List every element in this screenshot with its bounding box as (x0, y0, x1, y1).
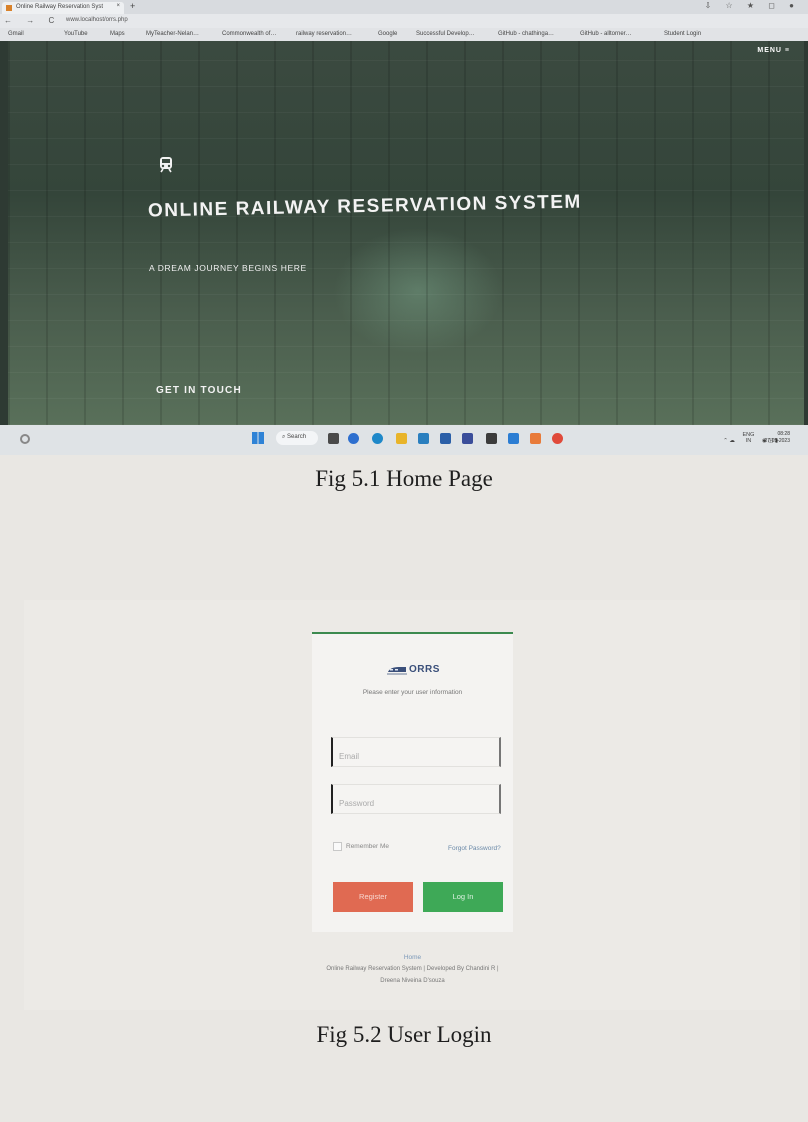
bookmark-item[interactable]: GitHub - alltorner… (580, 31, 632, 37)
footer-credits-names: Dreena Niveina D'souza (380, 978, 445, 984)
clock-date: 27-05-2023 (764, 438, 790, 444)
mail-icon[interactable] (440, 433, 451, 444)
home-page-screenshot: Online Railway Reservation Syst × + ⇩ ☆ … (0, 0, 808, 455)
browser-tab[interactable]: Online Railway Reservation Syst × (2, 2, 124, 14)
site-favicon-icon (6, 5, 12, 11)
photos-icon[interactable] (462, 433, 473, 444)
bookmarks-bar: Gmail YouTube Maps MyTeacher-Nelan… Comm… (0, 28, 808, 41)
home-link[interactable]: Home (312, 954, 513, 961)
bookmark-item[interactable]: railway reservation… (296, 31, 352, 37)
new-tab-button[interactable]: + (130, 1, 135, 11)
page-subtitle: A DREAM JOURNEY BEGINS HERE (149, 263, 307, 273)
bookmark-item[interactable]: MyTeacher-Nelan… (146, 31, 199, 37)
chrome-icon[interactable] (552, 433, 563, 444)
edge-icon[interactable] (348, 433, 359, 444)
orrs-logo: ORRS (387, 664, 440, 675)
hero-section: MENU ≡ ONLINE RAILWAY RESERVATION SYSTEM… (8, 41, 804, 425)
windows-taskbar: ⌕ Search ⌃ ☁ ENG IN ◉ ◫ ▮ 08:28 27-05-202… (0, 425, 808, 455)
forgot-password-link[interactable]: Forgot Password? (448, 845, 501, 852)
bookmark-item[interactable]: Google (378, 31, 397, 37)
url-field[interactable]: www.localhost/orrs.php (66, 17, 128, 23)
task-view-icon[interactable] (328, 433, 339, 444)
train-icon (158, 156, 174, 179)
close-tab-icon[interactable]: × (116, 3, 120, 9)
figure-caption-2: Fig 5.2 User Login (316, 1022, 492, 1047)
logo-text: ORRS (409, 664, 440, 675)
file-explorer-icon[interactable] (396, 433, 407, 444)
bookmark-item[interactable]: Gmail (8, 31, 24, 37)
password-field[interactable] (331, 784, 501, 814)
hero-background (8, 41, 804, 425)
taskbar-search-label: Search (287, 434, 307, 440)
clock-time: 08:28 (777, 431, 790, 437)
xampp-icon[interactable] (530, 433, 541, 444)
widgets-icon[interactable] (20, 434, 30, 444)
bookmark-item[interactable]: Student Login (664, 31, 701, 37)
taskbar-search[interactable]: ⌕ Search (276, 431, 318, 445)
bookmark-item[interactable]: Commonwealth of… (222, 31, 276, 37)
language-indicator[interactable]: ENG IN (742, 432, 754, 444)
tab-title: Online Railway Reservation Syst (16, 4, 104, 10)
browser-icon[interactable] (372, 433, 383, 444)
terminal-icon[interactable] (486, 433, 497, 444)
remember-me-checkbox[interactable] (333, 842, 342, 851)
bookmark-item[interactable]: YouTube (64, 31, 88, 37)
remember-me[interactable]: Remember Me (333, 842, 389, 851)
figure-caption-1: Fig 5.1 Home Page (315, 466, 493, 491)
taskbar-clock[interactable]: 08:28 27-05-2023 (764, 431, 790, 445)
train-logo-icon (387, 666, 407, 674)
register-button[interactable]: Register (333, 882, 413, 912)
bookmark-item[interactable]: GitHub - chathinga… (498, 31, 554, 37)
bookmark-item[interactable]: Maps (110, 31, 125, 37)
bookmark-item[interactable]: Successful Develop… (416, 31, 475, 37)
login-prompt: Please enter your user information (362, 689, 463, 696)
footer-credits: Online Railway Reservation System | Deve… (326, 966, 499, 972)
browser-tab-bar: Online Railway Reservation Syst × + ⇩ ☆ … (0, 0, 808, 14)
address-bar: ← → C www.localhost/orrs.php (0, 14, 808, 28)
remember-me-label: Remember Me (346, 843, 389, 850)
menu-button[interactable]: MENU ≡ (757, 47, 790, 54)
vscode-icon[interactable] (508, 433, 519, 444)
start-menu-icon[interactable] (252, 432, 264, 444)
language-region: IN (745, 438, 752, 444)
navigation-buttons[interactable]: ← → C (4, 16, 60, 25)
login-button[interactable]: Log In (423, 882, 503, 912)
window-controls[interactable]: ⇩ ☆ ★ ◻ ● (705, 1, 800, 10)
get-in-touch-link[interactable]: GET IN TOUCH (156, 385, 242, 396)
store-icon[interactable] (418, 433, 429, 444)
email-field[interactable] (331, 737, 501, 767)
